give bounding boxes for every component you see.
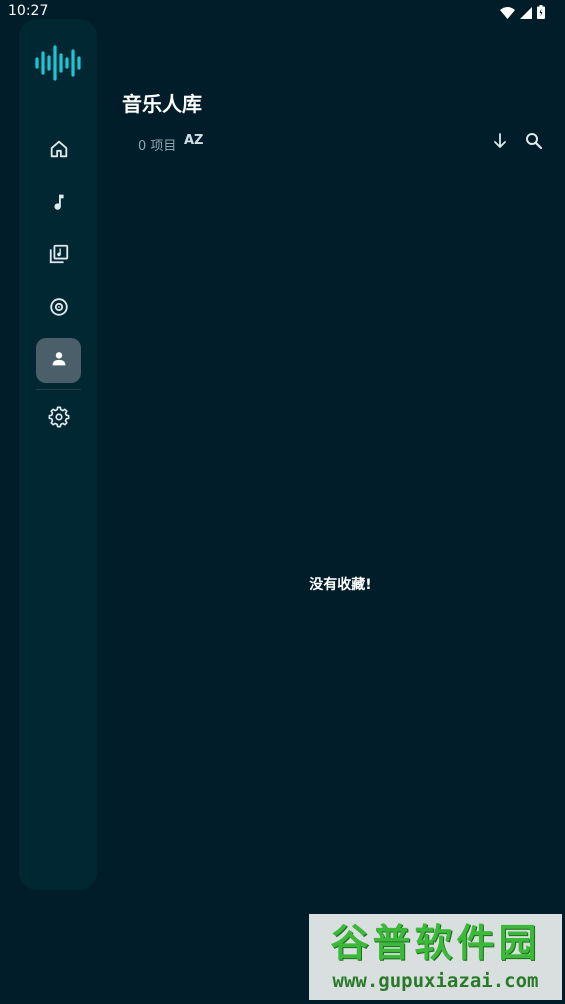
sort-az-button[interactable]: AZ [184,133,206,153]
gear-icon [48,406,70,432]
arrow-down-icon [490,131,510,155]
nav-settings[interactable] [36,396,81,441]
status-icons [500,4,545,23]
nav-albums[interactable] [36,286,81,331]
wifi-icon [500,4,515,23]
nav-home[interactable] [36,128,81,173]
status-time: 10:27 [8,3,49,19]
navigation-rail [19,19,97,890]
album-icon [48,296,70,322]
battery-icon [537,4,545,23]
item-count: 0 项目 [138,139,177,154]
nav-songs[interactable] [36,181,81,226]
sort-direction-button[interactable] [488,131,512,155]
watermark-url: www.gupuxiazai.com [332,970,539,992]
page-title: 音乐人库 [122,92,202,116]
nav-divider [36,389,81,390]
watermark: 谷普软件园 www.gupuxiazai.com [309,914,562,1000]
music-note-icon [48,191,70,217]
person-icon [48,348,70,374]
waveform-logo [34,45,82,81]
empty-state-message: 没有收藏! [309,577,372,593]
watermark-title: 谷普软件园 [330,921,541,965]
search-button[interactable] [522,131,546,155]
signal-icon [520,4,532,23]
nav-artists[interactable] [36,338,81,383]
sort-az-label: AZ [184,133,204,148]
screen: 10:27 音乐人库 0 项目 AZ 没有收藏! 谷普软件园 www.gupux… [0,0,565,1004]
playlist-icon [48,243,70,269]
nav-playlists[interactable] [36,233,81,278]
search-icon [524,131,544,155]
home-icon [48,138,70,164]
